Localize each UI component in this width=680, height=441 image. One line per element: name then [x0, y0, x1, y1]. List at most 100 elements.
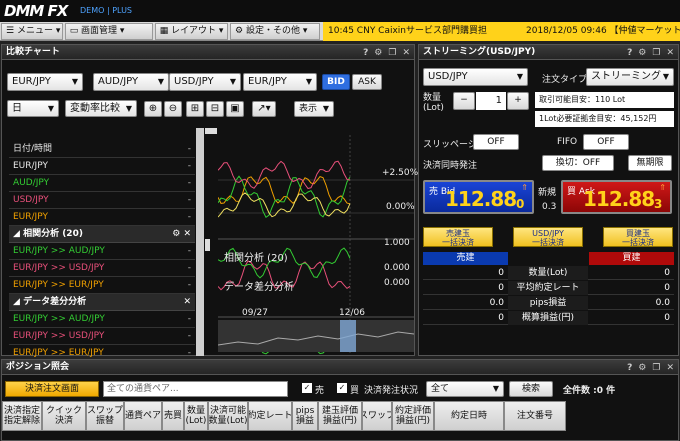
- window-icon[interactable]: ❐: [652, 361, 660, 376]
- zoom-out-icon[interactable]: ⊖: [164, 101, 182, 117]
- layout-button[interactable]: ▦ レイアウト ▾: [155, 23, 228, 40]
- stream-pair-select[interactable]: USD/JPY ▼: [423, 68, 528, 86]
- unlimited-toggle[interactable]: 無期限: [628, 155, 672, 171]
- gear-icon[interactable]: ⚙: [638, 361, 646, 376]
- pair-filter-input[interactable]: 全ての通貨ペア...: [103, 381, 288, 397]
- pair-select-2[interactable]: AUD/JPY ▼: [93, 73, 169, 91]
- row-label: USD/JPY: [13, 195, 49, 205]
- column-header[interactable]: スワップ: [362, 401, 392, 431]
- draw-tool-icon[interactable]: ↗▾: [252, 101, 276, 117]
- chart-window-icon[interactable]: ⊟: [206, 101, 224, 117]
- qty-input[interactable]: 1: [476, 92, 506, 110]
- column-header[interactable]: pips 損益: [292, 401, 318, 431]
- row-label: EUR/JPY >> EUR/JPY: [13, 280, 104, 290]
- pair-all-settle-button[interactable]: USD/JPY 一括決済: [513, 227, 583, 247]
- list-scrollbar[interactable]: [196, 128, 204, 356]
- sell-all-settle-button[interactable]: 売建玉 一括決済: [423, 227, 493, 247]
- pair-select-3[interactable]: USD/JPY ▼: [169, 73, 241, 91]
- diff-group-header[interactable]: ◢ データ差分分析 ✕: [9, 294, 195, 311]
- pair-select-1[interactable]: EUR/JPY ▼: [7, 73, 83, 91]
- column-header[interactable]: 約定評価 損益(円): [392, 401, 434, 431]
- available-lot: 取引可能目安：110 Lot: [535, 92, 674, 108]
- column-header[interactable]: スワップ 振替: [86, 401, 124, 431]
- column-header[interactable]: 売買: [162, 401, 184, 431]
- ask-toggle[interactable]: ASK: [352, 74, 382, 90]
- qty-plus-button[interactable]: +: [507, 92, 529, 110]
- close-icon[interactable]: ✕: [183, 294, 191, 311]
- buy-value: 0.0: [655, 298, 670, 308]
- diff-tick: 0.000: [384, 278, 410, 288]
- gear-icon[interactable]: ⚙: [638, 46, 646, 61]
- column-header[interactable]: クイック 決済: [42, 401, 86, 431]
- diff-label: データ差分分析: [224, 282, 294, 293]
- row-value: -: [187, 331, 191, 341]
- column-header[interactable]: 注文番号: [504, 401, 566, 431]
- status-select[interactable]: 全て ▼: [426, 381, 504, 397]
- period-select[interactable]: 日 ▼: [7, 100, 59, 117]
- zoom-in-icon[interactable]: ⊕: [144, 101, 162, 117]
- screen-manage-button[interactable]: ▭ 画面管理 ▾: [65, 23, 153, 40]
- monitor-icon: ▭: [69, 26, 79, 36]
- up-arrow-icon: ⇑: [659, 183, 666, 192]
- window-icon[interactable]: ❐: [388, 46, 396, 61]
- row-label: AUD/JPY: [13, 178, 50, 188]
- group-title: 相関分析 (20): [23, 229, 83, 239]
- fifo-toggle[interactable]: OFF: [583, 134, 629, 150]
- settings-button[interactable]: ⚙ 設定・その他 ▾: [230, 23, 320, 40]
- sell-checkbox[interactable]: ✓: [302, 383, 312, 393]
- switch-toggle[interactable]: 換切：OFF: [542, 155, 614, 171]
- splitter-handle[interactable]: [205, 239, 210, 251]
- status-label: 決済発注状況: [364, 386, 419, 396]
- display-select[interactable]: 表示 ▼: [294, 101, 334, 117]
- close-icon[interactable]: ✕: [666, 46, 674, 61]
- close-icon[interactable]: ✕: [402, 46, 410, 61]
- ytick-1: +2.50%: [382, 168, 419, 178]
- help-icon[interactable]: ?: [627, 361, 632, 376]
- mode-select[interactable]: 変動率比較 ▼: [65, 100, 137, 117]
- row-value: -: [187, 195, 191, 205]
- grid-icon[interactable]: ⊞: [186, 101, 204, 117]
- buy-header: 買建: [589, 252, 674, 265]
- menu-button[interactable]: ☰ メニュー ▾: [1, 23, 63, 40]
- column-header[interactable]: 決済指定 指定解除: [2, 401, 42, 431]
- buy-checkbox[interactable]: ✓: [337, 383, 347, 393]
- order-type-select[interactable]: ストリーミング ▼: [586, 68, 674, 86]
- column-header[interactable]: 約定日時: [434, 401, 504, 431]
- row-label: EUR/JPY: [13, 212, 48, 222]
- qty-minus-button[interactable]: −: [453, 92, 475, 110]
- corr-item: EUR/JPY >> USD/JPY -: [9, 260, 195, 277]
- column-header[interactable]: 通貨ペア: [124, 401, 162, 431]
- settle-order-button[interactable]: 決済注文画面: [5, 381, 99, 397]
- ask-price-button[interactable]: 買 Ask 112.88 3 ⇑: [561, 180, 672, 214]
- close-icon[interactable]: ✕: [666, 361, 674, 376]
- collapse-arrow-icon[interactable]: [205, 128, 217, 134]
- buy-all-settle-button[interactable]: 買建玉 一括決済: [603, 227, 673, 247]
- news-ticker[interactable]: 10:45 CNY Caixinサービス部門購買担 2018/12/05 09:4…: [323, 22, 680, 41]
- pair-select-4[interactable]: EUR/JPY ▼: [243, 73, 317, 91]
- buy-value: 0: [664, 268, 670, 278]
- bid-toggle[interactable]: BID: [322, 74, 350, 90]
- corr-group-header[interactable]: ◢ 相関分析 (20) ⚙ ✕: [9, 226, 195, 243]
- row-label: EUR/JPY >> AUD/JPY: [13, 246, 105, 256]
- required-margin: 1Lot必要証拠金目安：45,152円: [535, 111, 674, 127]
- sell-check-label: 売: [315, 386, 325, 396]
- gear-icon: ⚙: [234, 26, 244, 36]
- help-icon[interactable]: ?: [363, 46, 368, 61]
- panel-icon[interactable]: ▣: [226, 101, 244, 117]
- total-count: 全件数 :0 件: [563, 386, 616, 396]
- app-logo: DMM FX: [4, 2, 68, 20]
- help-icon[interactable]: ?: [627, 46, 632, 61]
- column-header[interactable]: 決済可能 数量(Lot): [208, 401, 248, 431]
- column-header[interactable]: 数量 (Lot): [184, 401, 208, 431]
- range-navigator[interactable]: [217, 320, 415, 352]
- slippage-toggle[interactable]: OFF: [473, 134, 519, 150]
- search-button[interactable]: 検索: [509, 381, 553, 397]
- window-icon[interactable]: ❐: [652, 46, 660, 61]
- column-header[interactable]: 建玉評価 損益(円): [318, 401, 362, 431]
- chevron-down-icon: ▼: [662, 72, 669, 81]
- close-icon[interactable]: ⚙ ✕: [172, 226, 191, 243]
- gear-icon[interactable]: ⚙: [374, 46, 382, 61]
- bid-price-button[interactable]: 売 Bid 112.88 0 ⇑: [423, 180, 534, 214]
- column-header[interactable]: 約定レート: [248, 401, 292, 431]
- sell-value: 0: [498, 268, 504, 278]
